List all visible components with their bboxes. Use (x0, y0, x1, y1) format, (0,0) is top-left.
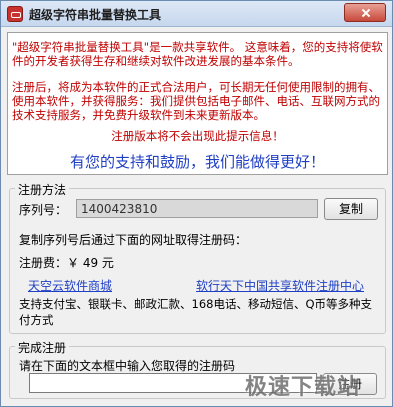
registration-window: 超级字符串批量替换工具 "超级字符串批量替换工具"是一款共享软件。 这意味着，您… (0, 0, 393, 407)
serial-instruction: 复制序列号后通过下面的网址取得注册码： (19, 233, 248, 247)
payment-methods: 支持支付宝、银联卡、邮政汇款、168电话、移动短信、Q币等多种支付方式 (19, 297, 372, 327)
notice-paragraph-2: 注册后，将成为本软件的正式合法用户，可长期无任何使用限制的拥有、使用本软件，并获… (12, 80, 380, 122)
notice-paragraph-1: "超级字符串批量替换工具"是一款共享软件。 这意味着，您的支持将使软件的开发者获… (12, 40, 383, 68)
shareware-notice: "超级字符串批量替换工具"是一款共享软件。 这意味着，您的支持将使软件的开发者获… (7, 32, 388, 175)
registration-fee: 注册费：￥ 49 元 (19, 256, 114, 270)
watermark-text: 极速下载站 (245, 375, 361, 400)
window-title: 超级字符串批量替换工具 (29, 8, 162, 22)
serial-number-field[interactable]: 1400423810 (76, 199, 318, 218)
notice-reminder: 注册版本将不会出现此提示信息！ (111, 129, 284, 143)
close-button[interactable] (344, 3, 386, 22)
copy-button[interactable]: 复制 (324, 198, 378, 220)
title-bar[interactable]: 超级字符串批量替换工具 (1, 1, 392, 27)
link-tiankongyun-store[interactable]: 天空云软件商城 (28, 277, 112, 294)
serial-label: 序列号： (19, 203, 68, 217)
link-ruanxing-register-center[interactable]: 软行天下中国共享软件注册中心 (196, 277, 364, 294)
code-instruction: 请在下面的文本框中输入您取得的注册码 (19, 359, 236, 373)
watermark-logo: 极速下载站 (245, 367, 393, 403)
app-icon (7, 6, 23, 22)
register-method-label: 注册方法 (15, 181, 70, 198)
complete-registration-label: 完成注册 (15, 339, 70, 356)
notice-slogan: 有您的支持和鼓励，我们能做得更好！ (69, 153, 325, 171)
